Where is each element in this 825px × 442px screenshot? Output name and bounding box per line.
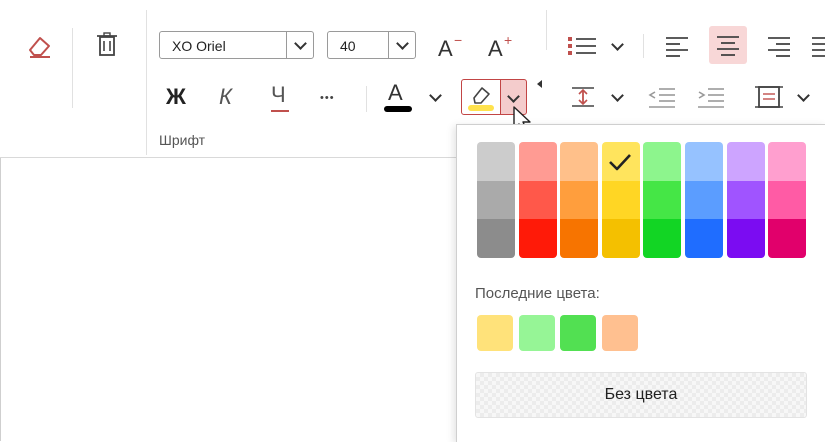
shrink-font-sign: − <box>454 32 463 48</box>
borders-dropdown-chevron-icon[interactable] <box>797 89 810 102</box>
borders-icon <box>755 86 783 108</box>
font-color-bar <box>384 106 412 112</box>
color-swatch-orange-1[interactable] <box>560 142 598 181</box>
align-center-icon <box>717 36 739 56</box>
color-swatch-gray-1[interactable] <box>477 142 515 181</box>
clear-formatting-button[interactable] <box>22 28 56 62</box>
separator <box>72 28 73 108</box>
color-swatch-orange-3[interactable] <box>560 219 598 258</box>
color-swatch-yellow-3[interactable] <box>602 219 640 258</box>
line-spacing-icon <box>572 87 594 107</box>
separator <box>546 10 547 50</box>
recent-color-swatch[interactable] <box>560 315 596 351</box>
color-swatch-yellow-2[interactable] <box>602 181 640 220</box>
color-swatch-red-1[interactable] <box>519 142 557 181</box>
color-swatch-purple-2[interactable] <box>727 181 765 220</box>
font-size-dropdown-button[interactable] <box>388 32 415 58</box>
align-left-button[interactable] <box>660 30 694 62</box>
trash-icon <box>97 32 117 56</box>
line-spacing-dropdown-chevron-icon[interactable] <box>611 89 624 102</box>
font-name-value: XO Oriel <box>172 38 226 54</box>
bulleted-list-icon <box>568 37 596 55</box>
color-swatch-pink-1[interactable] <box>768 142 806 181</box>
font-group-label: Шрифт <box>159 132 206 148</box>
align-right-icon <box>768 37 790 57</box>
color-swatch-blue-1[interactable] <box>685 142 723 181</box>
increase-indent-button[interactable] <box>694 82 728 112</box>
recent-colors-label: Последние цвета: <box>475 285 600 302</box>
separator <box>643 34 644 58</box>
bulleted-list-dropdown-chevron-icon[interactable] <box>611 38 624 51</box>
separator <box>146 10 147 155</box>
more-formatting-button[interactable]: ••• <box>320 92 335 104</box>
eraser-icon <box>29 37 50 58</box>
font-name-combo[interactable]: XO Oriel <box>159 31 314 59</box>
color-swatch-green-3[interactable] <box>643 219 681 258</box>
color-swatch-red-2[interactable] <box>519 181 557 220</box>
shrink-font-letter: A <box>438 36 453 61</box>
align-right-button[interactable] <box>762 30 796 62</box>
bulleted-list-button[interactable] <box>566 33 600 59</box>
chevron-down-icon <box>294 37 307 50</box>
align-justify-icon <box>812 37 825 57</box>
color-swatch-blue-3[interactable] <box>685 219 723 258</box>
font-name-dropdown-button[interactable] <box>286 32 313 58</box>
grow-font-button[interactable]: A + <box>486 32 518 62</box>
recent-color-swatch[interactable] <box>519 315 555 351</box>
color-swatch-pink-2[interactable] <box>768 181 806 220</box>
color-swatch-blue-2[interactable] <box>685 181 723 220</box>
font-size-combo[interactable]: 40 <box>327 31 416 59</box>
chevron-down-icon <box>507 90 520 103</box>
color-swatch-purple-1[interactable] <box>727 142 765 181</box>
decrease-indent-button[interactable] <box>645 82 679 112</box>
decrease-indent-icon <box>648 88 675 108</box>
bold-button[interactable]: Ж <box>166 86 186 108</box>
color-swatch-gray-3[interactable] <box>477 219 515 258</box>
chevron-down-icon <box>396 37 409 50</box>
recent-color-swatch[interactable] <box>602 315 638 351</box>
color-swatch-pink-3[interactable] <box>768 219 806 258</box>
checkmark-icon <box>609 154 631 171</box>
recent-color-swatch[interactable] <box>477 315 513 351</box>
color-swatch-gray-2[interactable] <box>477 181 515 220</box>
italic-button[interactable]: К <box>219 86 232 108</box>
grow-font-sign: + <box>504 32 513 48</box>
shrink-font-button[interactable]: A − <box>436 32 468 62</box>
font-size-value: 40 <box>340 38 356 54</box>
font-color-dropdown-chevron-icon[interactable] <box>429 89 442 102</box>
borders-button[interactable] <box>752 82 786 112</box>
no-color-button[interactable]: Без цвета <box>475 372 807 418</box>
color-swatch-green-2[interactable] <box>643 181 681 220</box>
color-swatch-red-3[interactable] <box>519 219 557 258</box>
grow-font-letter: A <box>488 36 503 61</box>
highlight-color-button[interactable] <box>461 79 501 115</box>
align-center-button[interactable] <box>709 26 747 64</box>
line-spacing-button[interactable] <box>566 82 600 112</box>
separator <box>366 86 367 112</box>
underline-mark <box>271 110 289 112</box>
align-justify-button[interactable] <box>808 30 825 62</box>
font-color-button[interactable]: A <box>382 80 414 116</box>
delete-button[interactable] <box>90 28 124 62</box>
highlighter-icon <box>468 87 494 111</box>
underline-button[interactable]: Ч <box>271 84 286 106</box>
ribbon-scroll-arrow-icon[interactable] <box>537 80 542 88</box>
align-left-icon <box>666 37 688 57</box>
font-color-letter: A <box>388 80 403 105</box>
increase-indent-icon <box>698 88 724 108</box>
color-swatch-orange-2[interactable] <box>560 181 598 220</box>
color-swatch-purple-3[interactable] <box>727 219 765 258</box>
color-swatch-green-1[interactable] <box>643 142 681 181</box>
